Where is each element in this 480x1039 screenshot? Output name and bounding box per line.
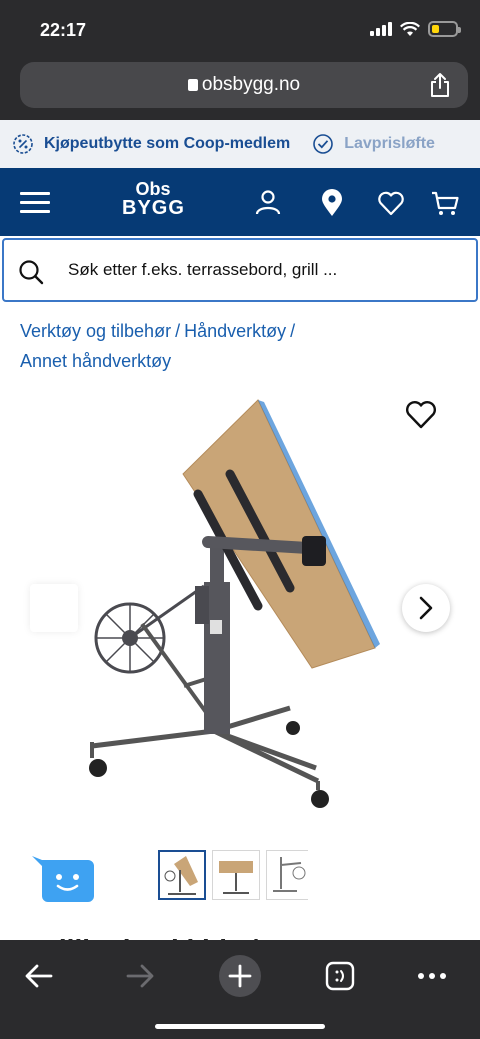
arrow-right-icon: [126, 964, 154, 988]
battery-icon: [428, 21, 461, 37]
more-button[interactable]: [410, 954, 454, 998]
back-button[interactable]: [17, 954, 61, 998]
check-circle-icon: [313, 134, 334, 154]
product-image[interactable]: [80, 386, 400, 816]
logo-line-2: BYGG: [122, 197, 185, 219]
wifi-icon: [400, 21, 420, 36]
status-time: 22:17: [40, 20, 87, 40]
user-icon[interactable]: [253, 188, 283, 218]
chat-bot-icon[interactable]: [32, 856, 96, 904]
search-icon: [19, 260, 44, 285]
thumbnail-image: [273, 857, 306, 892]
breadcrumb-separator: /: [175, 321, 181, 341]
arrow-left-icon: [25, 964, 53, 988]
breadcrumb-link-tools[interactable]: Verktøy og tilbehør: [20, 321, 171, 341]
thumbnail-2[interactable]: [212, 850, 260, 900]
heart-icon[interactable]: [376, 188, 406, 218]
obs-bygg-logo[interactable]: Obs BYGG: [122, 180, 184, 218]
thumbnail-3[interactable]: [266, 850, 308, 900]
promo-member-label: Kjøpeutbytte som Coop-medlem: [44, 135, 291, 152]
new-tab-button[interactable]: [218, 954, 262, 998]
browser-chrome-top: 22:17 obsbygg.no: [0, 0, 480, 120]
lock-icon: [187, 79, 198, 91]
thumbnail-strip: [158, 850, 308, 900]
search-input[interactable]: [68, 240, 464, 300]
favorite-heart-icon[interactable]: [404, 398, 438, 430]
thumbnail-image: [219, 861, 253, 894]
site-header: Obs BYGG: [0, 168, 480, 236]
home-indicator: [155, 1024, 325, 1029]
breadcrumb-separator: /: [290, 321, 296, 341]
search-bar: [2, 238, 478, 302]
tabs-icon: [325, 961, 355, 991]
ellipsis-icon: [418, 973, 446, 979]
promo-strip: Kjøpeutbytte som Coop-medlem Lavprisløft…: [0, 120, 480, 168]
browser-toolbar: [0, 940, 480, 1039]
breadcrumb-link-handtools[interactable]: Håndverktøy: [184, 321, 286, 341]
promo-item-member[interactable]: Kjøpeutbytte som Coop-medlem: [12, 133, 290, 155]
logo-line-1: Obs: [135, 179, 171, 199]
location-pin-icon[interactable]: [317, 188, 347, 218]
gallery-prev-button[interactable]: [30, 584, 78, 632]
tabs-button[interactable]: [318, 954, 362, 998]
promo-item-lowprice[interactable]: Lavprisløfte: [312, 133, 435, 155]
url-text: obsbygg.no: [201, 74, 301, 95]
product-gallery: [0, 386, 480, 826]
battery-level: [432, 25, 439, 33]
url-display: obsbygg.no: [20, 74, 468, 96]
percent-badge-icon: [13, 134, 33, 154]
plus-circle-icon: [219, 955, 261, 997]
breadcrumb-link-other-handtools[interactable]: Annet håndverktøy: [20, 351, 171, 371]
forward-button[interactable]: [118, 954, 162, 998]
url-bar[interactable]: obsbygg.no: [20, 62, 468, 108]
breadcrumb: Verktøy og tilbehør / Håndverktøy / Annet hå…: [20, 316, 460, 376]
cart-icon[interactable]: [430, 188, 460, 218]
gallery-next-button[interactable]: [402, 584, 450, 632]
thumbnail-1[interactable]: [158, 850, 206, 900]
status-icons: [370, 21, 461, 37]
thumbnail-image: [164, 856, 198, 895]
cellular-signal-icon: [370, 22, 392, 36]
menu-icon[interactable]: [20, 192, 50, 214]
share-icon[interactable]: [428, 72, 452, 98]
chevron-right-icon: [419, 596, 433, 620]
promo-lowprice-label: Lavprisløfte: [344, 135, 435, 152]
